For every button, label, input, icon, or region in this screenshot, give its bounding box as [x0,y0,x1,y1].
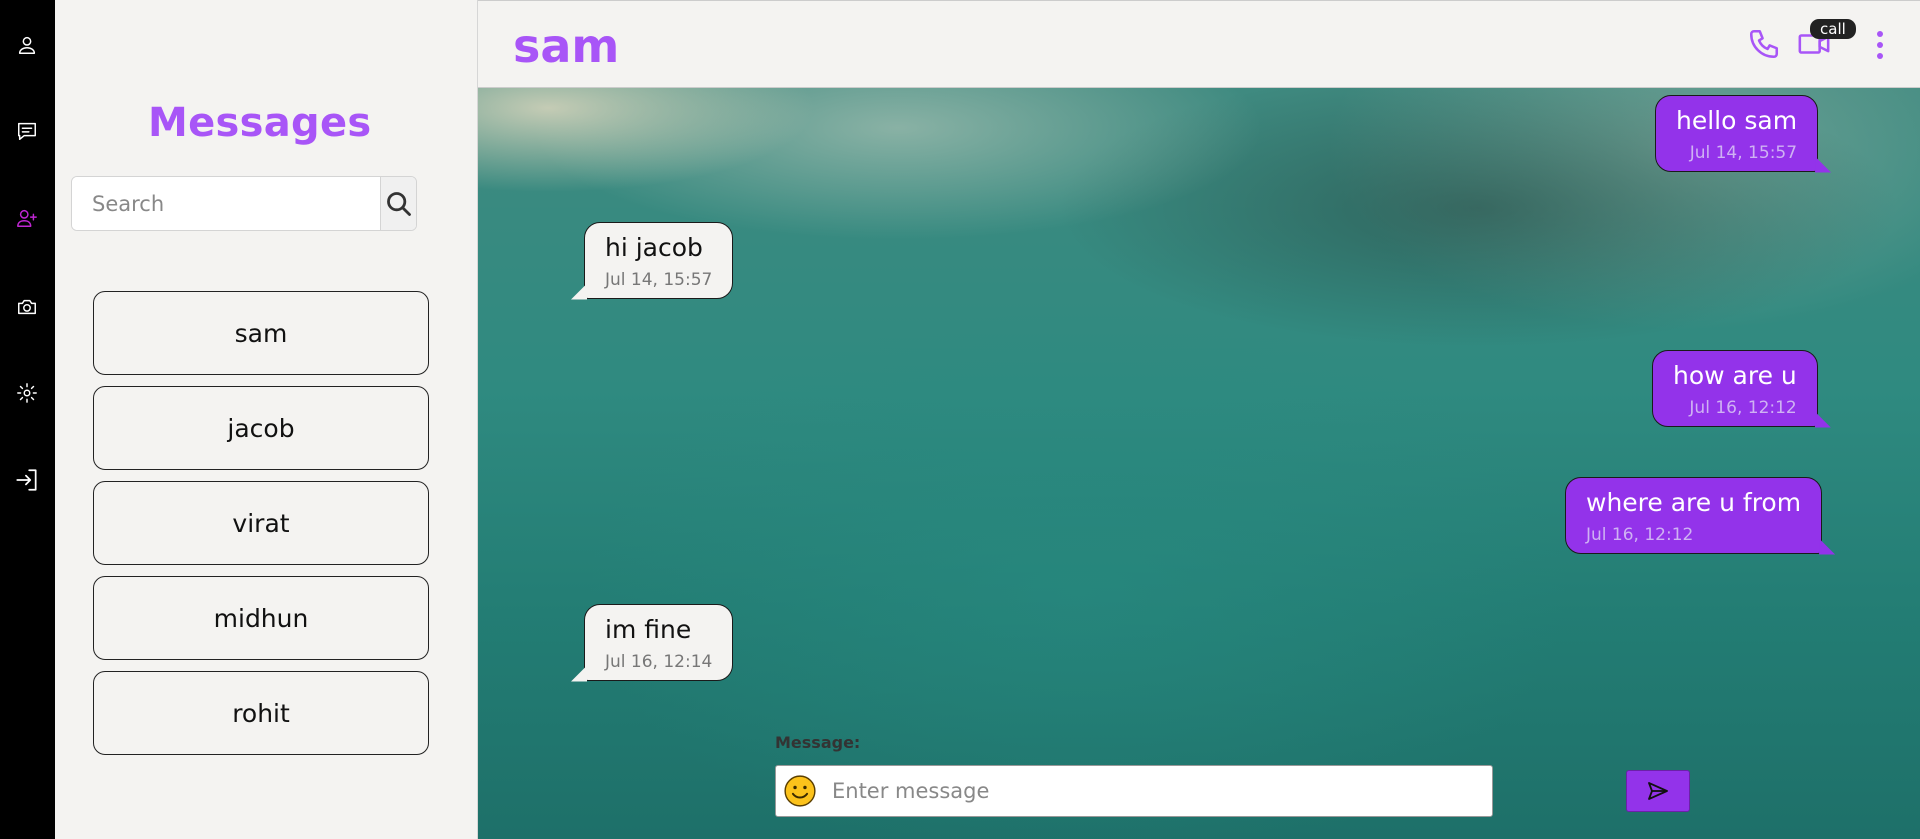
contact-item-jacob[interactable]: jacob [93,386,429,470]
message-text: hello sam [1676,106,1798,135]
contact-item-sam[interactable]: sam [93,291,429,375]
chat-icon[interactable] [13,117,41,145]
contacts-title: Messages [148,100,372,146]
chat-contact-name: sam [513,19,620,73]
search-box [71,176,417,231]
icon-rail [0,0,55,839]
chat-background [478,88,1920,839]
camera-icon[interactable] [13,293,41,321]
message-text: how are u [1673,361,1797,390]
message-time: Jul 16, 12:12 [1586,525,1694,545]
send-icon [1648,782,1668,800]
message-time: Jul 16, 12:14 [605,652,713,672]
send-button[interactable] [1626,770,1690,812]
message-sent: hello sam Jul 14, 15:57 [1655,95,1832,173]
message-text: im fine [605,615,692,644]
message-time: Jul 14, 15:57 [605,270,713,290]
call-tooltip: call [1810,19,1856,39]
user-icon[interactable] [13,31,41,59]
logout-icon[interactable] [13,466,41,494]
search-button[interactable] [380,177,416,230]
contact-list: sam jacob virat midhun rohit [93,291,429,766]
contact-item-virat[interactable]: virat [93,481,429,565]
message-received: im fine Jul 16, 12:14 [571,604,734,682]
add-user-icon[interactable] [13,204,41,232]
message-label: Message: [775,733,861,752]
message-received: hi jacob Jul 14, 15:57 [571,222,734,300]
message-time: Jul 14, 15:57 [1689,143,1798,163]
chat-header: sam call [478,0,1920,88]
message-text: where are u from [1586,488,1802,517]
contact-item-rohit[interactable]: rohit [93,671,429,755]
message-text: hi jacob [605,233,703,262]
phone-icon[interactable] [1745,25,1783,63]
gear-icon[interactable] [13,379,41,407]
chat-panel: sam call hello sam Jul 14, 15:57 hi jaco… [478,0,1920,839]
message-time: Jul 16, 12:12 [1689,398,1797,418]
search-input[interactable] [72,177,380,230]
message-input[interactable] [824,766,1492,816]
contact-item-midhun[interactable]: midhun [93,576,429,660]
more-options-icon[interactable] [1870,27,1890,63]
message-sent: where are u from Jul 16, 12:12 [1565,477,1836,555]
message-composer [775,765,1493,817]
contacts-panel: Messages sam jacob virat midhun rohit [55,0,478,839]
search-icon [386,191,411,216]
emoji-icon[interactable] [776,767,824,815]
message-sent: how are u Jul 16, 12:12 [1652,350,1831,428]
